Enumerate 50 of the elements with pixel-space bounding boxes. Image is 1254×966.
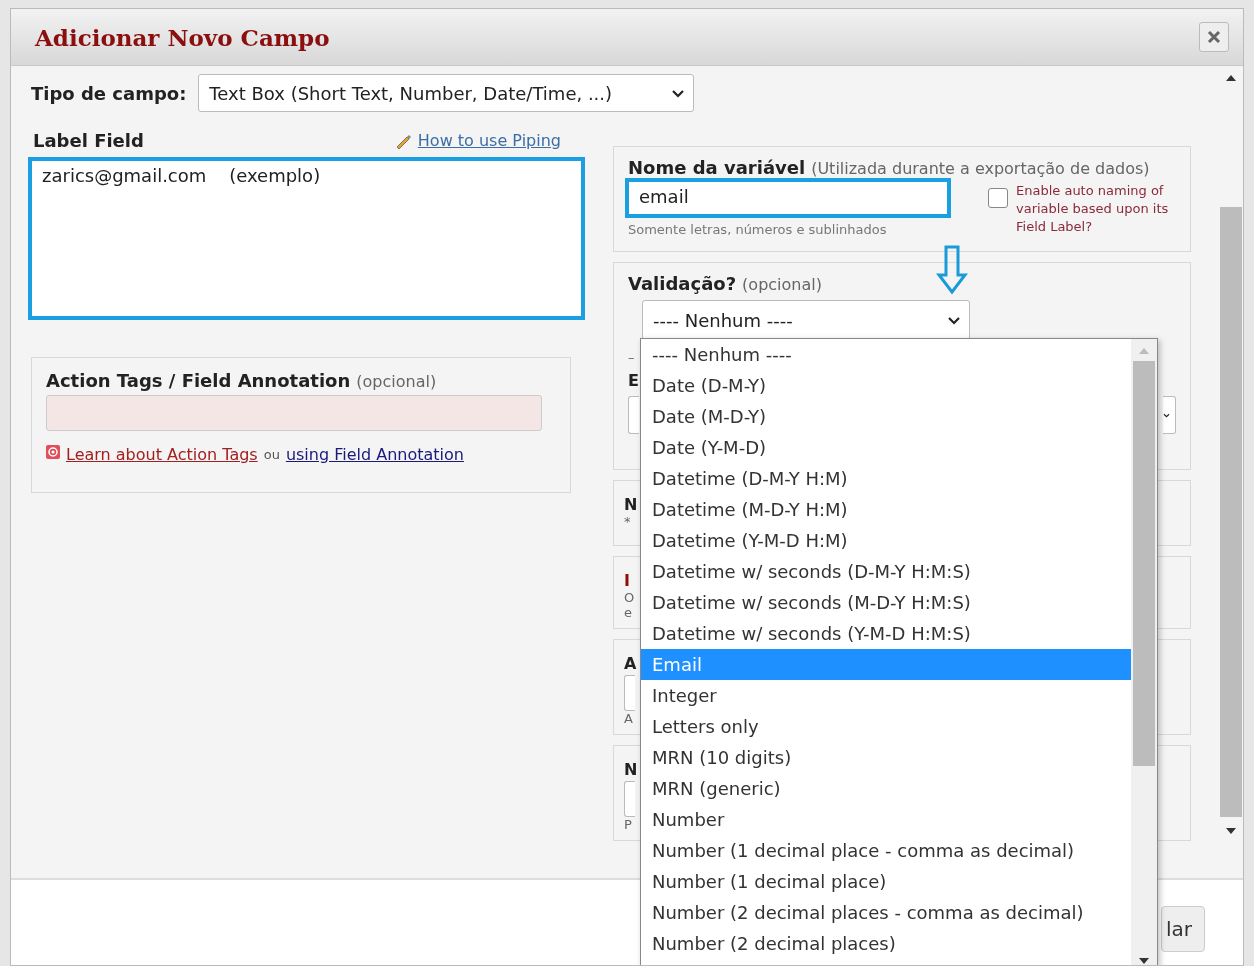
label-textarea[interactable]: zarics@gmail.com (exemplo) [28,157,585,320]
optional-hint: (opcional) [356,372,437,391]
option-item[interactable]: Date (M-D-Y) [641,401,1131,432]
separator-text: ou [263,447,280,462]
option-item[interactable]: Number (1 decimal place - comma as decimal) [641,835,1131,866]
optional-hint: (opcional) [742,275,822,294]
option-item[interactable]: MRN (generic) [641,773,1131,804]
partial-text: P [624,817,632,832]
partial-heading: I [624,571,630,590]
partial-heading: N [624,495,638,514]
action-tags-title: Action Tags / Field Annotation [46,370,351,391]
partial-heading: N [624,760,638,779]
option-item[interactable]: Number (1 decimal place) [641,866,1131,897]
option-item[interactable]: Number [641,804,1131,835]
piping-link[interactable]: How to use Piping [417,131,561,150]
option-item[interactable]: Integer [641,680,1131,711]
partial-text: e [624,605,632,620]
cancel-button[interactable]: lar [1161,906,1205,952]
option-item[interactable]: Letters only [641,711,1131,742]
option-item[interactable]: Datetime w/ seconds (Y-M-D H:M:S) [641,618,1131,649]
option-item[interactable]: Number (2 decimal places) [641,928,1131,959]
partial-heading: A [624,654,637,673]
validation-select[interactable]: ---- Nenhum ---- [642,300,970,340]
option-item[interactable]: Datetime (M-D-Y H:M) [641,494,1131,525]
partial-text: O [624,590,635,605]
field-type-select[interactable]: Text Box (Short Text, Number, Date/Time, ...) [198,74,695,112]
option-item[interactable]: ---- Nenhum ---- [641,339,1131,370]
option-item[interactable]: Number (2 decimal places - comma as decimal) [641,897,1131,928]
auto-naming-label: Enable auto naming of variable based upon its Field Label? [1016,182,1170,236]
partial-heading: E [628,371,639,390]
option-item[interactable]: Datetime w/ seconds (D-M-Y H:M:S) [641,556,1131,587]
label-field-title: Label Field [33,130,144,151]
dialog-title: Adicionar Novo Campo [35,23,330,51]
variable-name-field[interactable]: email [625,178,951,218]
action-tags-link[interactable]: Learn about Action Tags [66,445,258,464]
partial-text: – [628,350,635,365]
partial-text: * [624,514,631,529]
option-item[interactable]: Date (Y-M-D) [641,432,1131,463]
field-type-label: Tipo de campo: [31,82,187,104]
option-item[interactable]: Date (D-M-Y) [641,370,1131,401]
validation-title: Validação? [628,273,737,294]
variable-name-title: Nome da variável [628,157,806,178]
export-hint: (Utilizada durante a exportação de dados) [811,159,1150,178]
option-item[interactable]: MRN (10 digits) [641,742,1131,773]
field-annotation-link[interactable]: using Field Annotation [285,445,464,464]
option-item[interactable]: Datetime w/ seconds (M-D-Y H:M:S) [641,587,1131,618]
partial-text: A [624,711,633,726]
option-item[interactable]: Datetime (D-M-Y H:M) [641,463,1131,494]
variable-help-text: Somente letras, números e sublinhados [628,222,888,237]
option-item[interactable]: Datetime (Y-M-D H:M) [641,525,1131,556]
